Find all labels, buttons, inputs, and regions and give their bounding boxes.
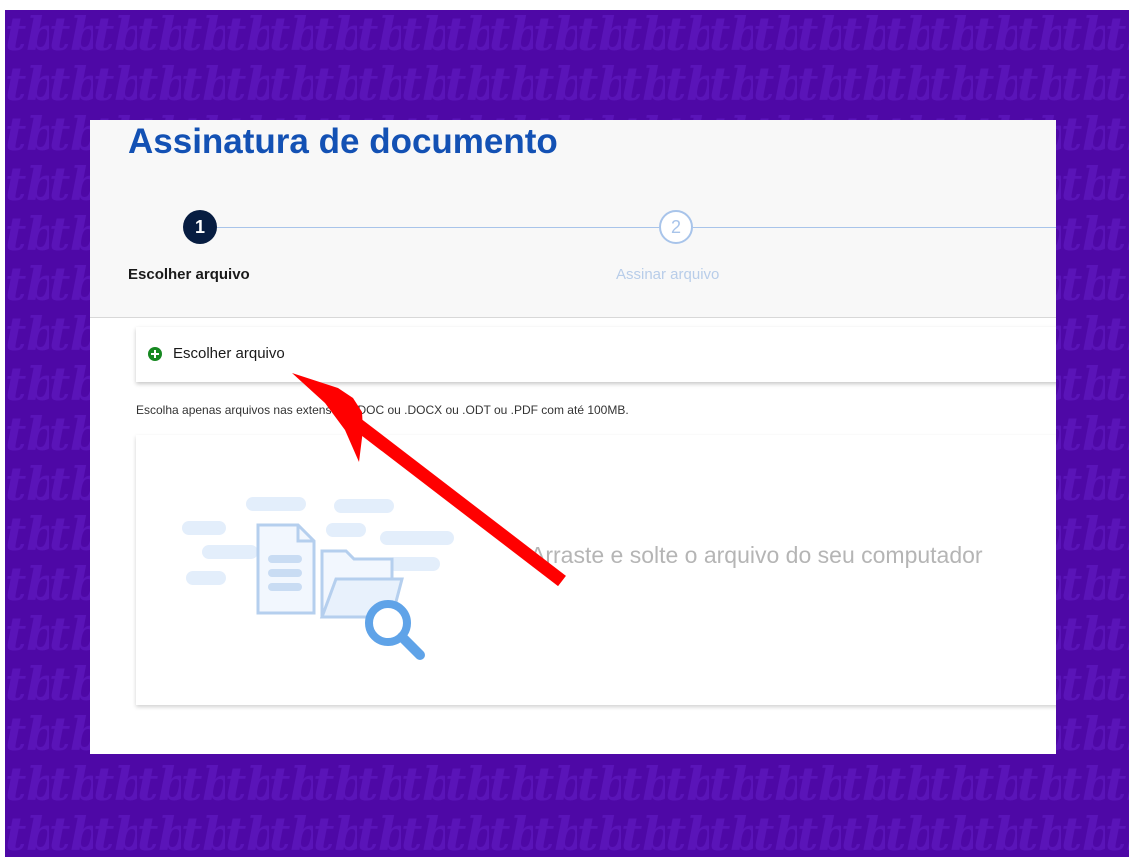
upload-illustration <box>182 497 454 660</box>
step-1-label: Escolher arquivo <box>128 266 250 283</box>
step-2-label: Assinar arquivo <box>616 266 720 283</box>
document-icon <box>256 523 316 615</box>
dropzone-text: Arraste e solte o arquivo do seu computa… <box>530 542 983 568</box>
page-title: Assinatura de documento <box>128 122 558 161</box>
stepper-connector <box>217 227 659 228</box>
document-signing-panel: Assinatura de documento 1 2 Escolher arq… <box>90 120 1056 754</box>
file-type-hint: Escolha apenas arquivos nas extensões .D… <box>136 403 629 417</box>
magnifier-icon <box>365 600 425 660</box>
page-header: Assinatura de documento 1 2 Escolher arq… <box>90 120 1056 318</box>
step-1-indicator: 1 <box>183 210 217 244</box>
file-dropzone[interactable]: Arraste e solte o arquivo do seu computa… <box>136 435 1056 705</box>
stepper-connector <box>693 227 1056 228</box>
plus-circle-icon <box>148 347 162 361</box>
step-2-indicator: 2 <box>659 210 693 244</box>
choose-file-label: Escolher arquivo <box>173 345 285 362</box>
choose-file-button[interactable]: Escolher arquivo <box>136 327 1056 382</box>
